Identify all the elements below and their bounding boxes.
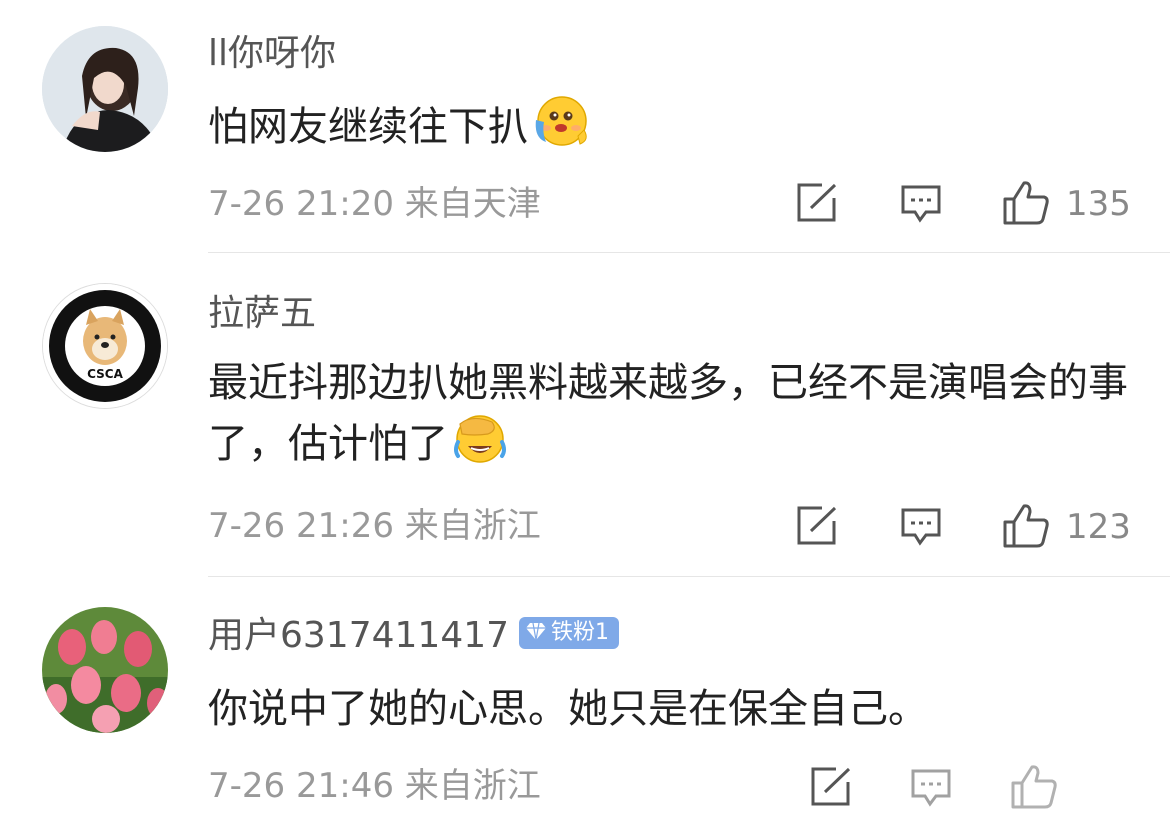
comment-text-content: 最近抖那边扒她黑料越来越多，已经不是演唱会的事了，估计怕了 — [208, 360, 1128, 467]
comment-text: 最近抖那边扒她黑料越来越多，已经不是演唱会的事了，估计怕了 — [208, 354, 1128, 480]
username[interactable]: ll你呀你 — [208, 32, 336, 76]
comment-icon[interactable] — [900, 184, 942, 228]
face-palm-laughing-emoji-icon — [452, 412, 508, 480]
diamond-icon — [526, 622, 547, 641]
username: 用户6317411417 铁粉1 — [208, 614, 620, 658]
like-count: 135 — [1066, 184, 1131, 224]
avatar[interactable]: CSCA — [42, 283, 168, 409]
share-icon[interactable] — [796, 182, 838, 228]
share-icon[interactable] — [810, 766, 852, 812]
thumb-up-icon[interactable] — [1002, 180, 1050, 230]
comment-actions — [0, 764, 1170, 814]
comment-text: 你说中了她的心思。她只是在保全自己。 — [208, 680, 1128, 738]
comment-text: 怕网友继续往下扒 — [208, 94, 1128, 164]
avatar-logo-text: CSCA — [87, 367, 123, 381]
divider — [208, 252, 1170, 253]
divider — [208, 576, 1170, 577]
comment-icon[interactable] — [910, 768, 952, 812]
username-text[interactable]: 用户6317411417 — [208, 615, 509, 656]
comment-actions: 123 — [0, 503, 1170, 553]
avatar[interactable] — [42, 26, 168, 152]
hugging-face-emoji-icon — [532, 94, 590, 164]
username[interactable]: 拉萨五 — [208, 292, 316, 336]
comment-icon[interactable] — [900, 507, 942, 551]
share-icon[interactable] — [796, 505, 838, 551]
fan-badge[interactable]: 铁粉1 — [519, 617, 620, 649]
comment-text-content: 怕网友继续往下扒 — [208, 104, 528, 150]
thumb-up-icon[interactable] — [1010, 764, 1058, 814]
comment-actions: 135 — [0, 180, 1170, 230]
thumb-up-icon[interactable] — [1002, 503, 1050, 553]
avatar[interactable] — [42, 607, 168, 733]
like-count: 123 — [1066, 507, 1131, 547]
badge-label: 铁粉1 — [551, 620, 610, 645]
comment-text-content: 你说中了她的心思。她只是在保全自己。 — [208, 686, 928, 732]
